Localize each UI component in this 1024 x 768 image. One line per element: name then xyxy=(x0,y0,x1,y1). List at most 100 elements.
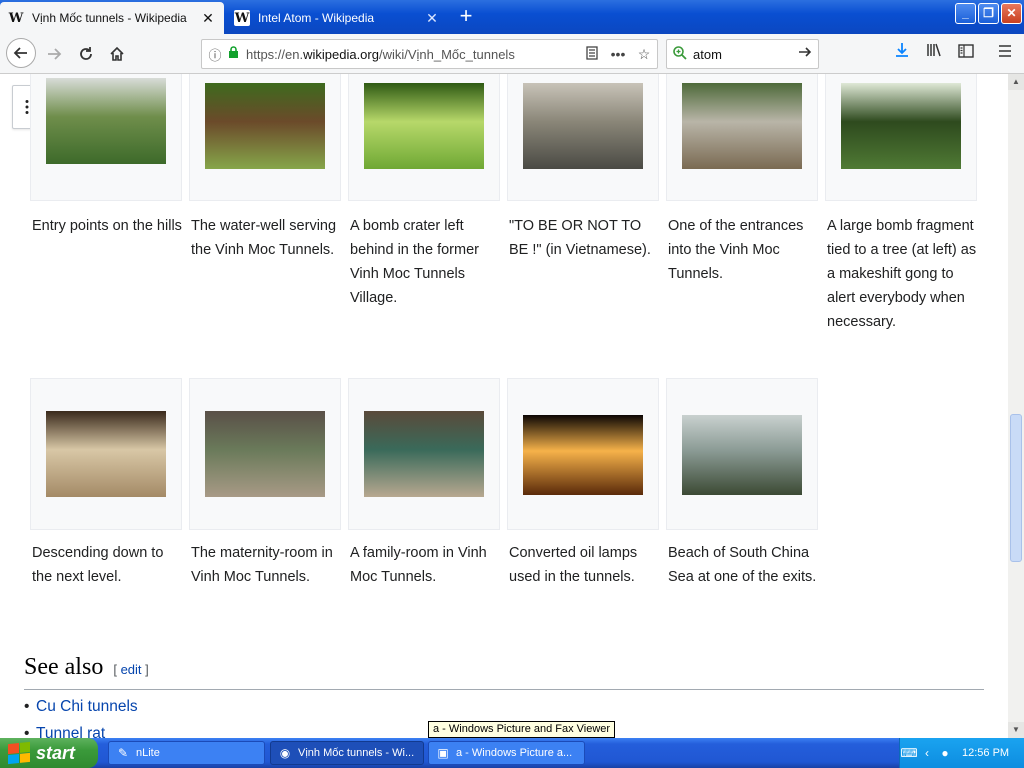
gallery-caption: "TO BE OR NOT TO BE !" (in Vietnamese). xyxy=(509,218,651,258)
page-content: Entry points on the hills The water-well… xyxy=(0,74,1008,738)
minimize-window-button[interactable]: _ xyxy=(955,3,976,24)
wikipedia-favicon-icon: W xyxy=(234,10,250,26)
gallery-caption: A large bomb fragment tied to a tree (at… xyxy=(827,218,977,330)
url-domain: wikipedia.org xyxy=(303,46,379,62)
taskbar-item-label: Vịnh Mốc tunnels - Wi... xyxy=(298,747,415,759)
gallery-item-water-well[interactable] xyxy=(189,74,341,201)
close-window-button[interactable]: ✕ xyxy=(1001,3,1022,24)
back-arrow-icon xyxy=(13,47,27,59)
taskbar-item-label: a - Windows Picture a... xyxy=(456,747,573,759)
home-button[interactable] xyxy=(103,40,131,68)
nlite-app-icon: ✎ xyxy=(117,746,129,760)
system-tray: ⌨ ‹ ● 12:56 PM xyxy=(899,738,1024,768)
gallery-caption: One of the entrances into the Vinh Moc T… xyxy=(668,218,804,282)
edit-section-link[interactable]: [ edit ] xyxy=(113,662,148,677)
section-heading-text: See also xyxy=(24,654,104,680)
reload-icon xyxy=(80,47,92,60)
tab-intel-atom[interactable]: W Intel Atom - Wikipedia ✕ xyxy=(226,2,448,34)
maximize-window-button[interactable]: ❐ xyxy=(978,3,999,24)
gallery-item-beach[interactable] xyxy=(666,378,818,530)
picture-viewer-app-icon: ▣ xyxy=(437,746,449,760)
taskbar-tooltip: a - Windows Picture and Fax Viewer xyxy=(428,721,616,738)
gallery-thumb[interactable] xyxy=(364,411,484,497)
gallery-caption: The water-well serving the Vinh Moc Tunn… xyxy=(191,218,337,258)
close-tab-icon[interactable]: ✕ xyxy=(200,10,216,27)
navigation-toolbar: ⓘ https://en.wikipedia.org/wiki/Vịnh_Mốc… xyxy=(0,34,1024,74)
new-tab-button[interactable]: + xyxy=(452,4,480,30)
scrollbar-thumb[interactable] xyxy=(1010,414,1022,562)
gallery-item-entrance[interactable] xyxy=(666,74,818,201)
tray-expand-chevron-icon[interactable]: ‹ xyxy=(918,746,936,760)
taskbar-clock[interactable]: 12:56 PM xyxy=(962,747,1009,759)
forward-arrow-icon xyxy=(48,48,62,60)
start-button[interactable]: start xyxy=(0,738,98,768)
link-cu-chi-tunnels[interactable]: Cu Chi tunnels xyxy=(24,698,138,716)
scroll-down-arrow-icon[interactable]: ▼ xyxy=(1008,722,1024,738)
gallery-thumb[interactable] xyxy=(46,78,166,164)
forward-button[interactable] xyxy=(40,40,68,68)
taskbar-item-nlite[interactable]: ✎ nLite xyxy=(108,741,265,765)
home-icon xyxy=(110,46,124,61)
address-bar[interactable]: ⓘ https://en.wikipedia.org/wiki/Vịnh_Mốc… xyxy=(201,39,658,69)
gallery-caption: Descending down to the next level. xyxy=(32,545,164,585)
network-icon[interactable]: ● xyxy=(936,746,954,760)
url-text[interactable]: https://en.wikipedia.org/wiki/Vịnh_Mốc_t… xyxy=(246,47,579,62)
vertical-scrollbar[interactable]: ▲ ▼ xyxy=(1008,74,1024,738)
gallery-item-family-room[interactable] xyxy=(348,378,500,530)
sidebar-toggle-icon[interactable] xyxy=(954,42,978,66)
gallery-caption: Entry points on the hills xyxy=(32,218,182,234)
gallery-thumb[interactable] xyxy=(841,83,961,169)
windows-taskbar: start ✎ nLite ◉ Vịnh Mốc tunnels - Wi...… xyxy=(0,738,1024,768)
gallery-thumb[interactable] xyxy=(523,83,643,169)
keyboard-icon[interactable]: ⌨ xyxy=(900,746,918,760)
gallery-thumb[interactable] xyxy=(46,411,166,497)
search-input[interactable]: atom xyxy=(693,47,792,62)
library-icon[interactable] xyxy=(922,42,946,66)
tab-title: Vịnh Mốc tunnels - Wikipedia xyxy=(32,11,187,25)
url-prefix: https://en. xyxy=(246,46,304,62)
gallery-caption: A family-room in Vinh Moc Tunnels. xyxy=(350,545,487,585)
gallery-caption: The maternity-room in Vinh Moc Tunnels. xyxy=(191,545,333,585)
firefox-app-icon: ◉ xyxy=(279,746,291,760)
gallery-item-entry-points[interactable] xyxy=(30,74,182,201)
hamburger-menu-icon[interactable] xyxy=(993,42,1017,66)
reader-view-icon[interactable] xyxy=(579,45,605,63)
link-tunnel-rat[interactable]: Tunnel rat xyxy=(24,725,105,738)
back-button[interactable] xyxy=(6,38,36,68)
search-bar[interactable]: atom xyxy=(666,39,819,69)
url-path: /wiki/Vịnh_Mốc_tunnels xyxy=(378,46,515,62)
scroll-up-arrow-icon[interactable]: ▲ xyxy=(1008,74,1024,90)
gallery-item-to-be-or-not[interactable] xyxy=(507,74,659,201)
gallery-item-bomb-fragment[interactable] xyxy=(825,74,977,201)
lock-icon[interactable] xyxy=(228,46,246,62)
search-engine-icon[interactable] xyxy=(667,45,693,64)
close-tab-icon[interactable]: ✕ xyxy=(424,10,440,27)
windows-logo-icon xyxy=(8,741,30,765)
gallery-item-descending[interactable] xyxy=(30,378,182,530)
search-go-arrow-icon[interactable] xyxy=(792,45,818,63)
gallery-item-oil-lamps[interactable] xyxy=(507,378,659,530)
taskbar-item-label: nLite xyxy=(136,747,160,759)
download-icon[interactable] xyxy=(890,42,914,66)
section-heading-see-also: See also [ edit ] xyxy=(24,654,984,690)
gallery-thumb[interactable] xyxy=(523,415,643,495)
gallery-thumb[interactable] xyxy=(205,411,325,497)
page-actions-icon[interactable]: ••• xyxy=(605,46,631,62)
gallery-thumb[interactable] xyxy=(205,83,325,169)
tab-title: Intel Atom - Wikipedia xyxy=(258,11,375,25)
browser-tab-strip: W Vịnh Mốc tunnels - Wikipedia ✕ W Intel… xyxy=(0,0,1024,34)
gallery-item-maternity-room[interactable] xyxy=(189,378,341,530)
bookmark-star-icon[interactable]: ☆ xyxy=(631,46,657,63)
gallery-thumb[interactable] xyxy=(682,83,802,169)
gallery-caption: A bomb crater left behind in the former … xyxy=(350,218,479,306)
taskbar-item-picture-viewer[interactable]: ▣ a - Windows Picture a... xyxy=(428,741,585,765)
start-label: start xyxy=(36,742,76,763)
info-icon[interactable]: ⓘ xyxy=(202,45,228,64)
gallery-thumb[interactable] xyxy=(364,83,484,169)
gallery-thumb[interactable] xyxy=(682,415,802,495)
reload-button[interactable] xyxy=(72,40,100,68)
gallery-caption: Converted oil lamps used in the tunnels. xyxy=(509,545,638,585)
taskbar-item-firefox[interactable]: ◉ Vịnh Mốc tunnels - Wi... xyxy=(270,741,424,765)
tab-vinh-moc[interactable]: W Vịnh Mốc tunnels - Wikipedia ✕ xyxy=(0,2,224,34)
gallery-item-bomb-crater[interactable] xyxy=(348,74,500,201)
